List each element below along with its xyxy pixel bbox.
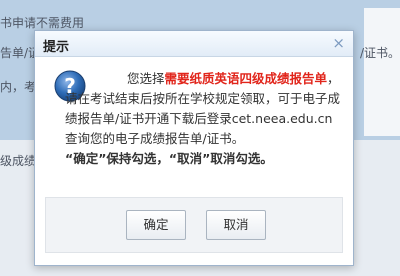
message-highlight: 需要纸质英语四级成绩报告单 [164,71,328,86]
background-text-2-right: /证书。 [359,46,400,60]
dialog-message: 您选择需要纸质英语四级成绩报告单，请在考试结束后按所在学校规定领取，可于电子成绩… [65,69,343,169]
cancel-button[interactable]: 取消 [206,210,266,240]
message-text-1: 您选择 [127,71,165,86]
background-text-1: 书申请不需费用 [0,16,85,30]
background-text-4: 级成绩 [0,154,37,168]
ok-button[interactable]: 确定 [126,210,186,240]
dialog-button-bar: 确定 取消 [45,197,343,253]
confirm-dialog: 提示 × ? 您选择需要纸质英语四级成绩报告单，请在考试结束后按所在学校规定领取… [34,30,354,266]
message-note: “确定”保持勾选，“取消”取消勾选。 [65,151,273,166]
close-icon[interactable]: × [332,34,345,52]
background-text-3: 内，考 [0,80,37,94]
dialog-title: 提示 [43,40,70,55]
background-panel [364,8,400,136]
dialog-header: 提示 × [35,31,353,57]
